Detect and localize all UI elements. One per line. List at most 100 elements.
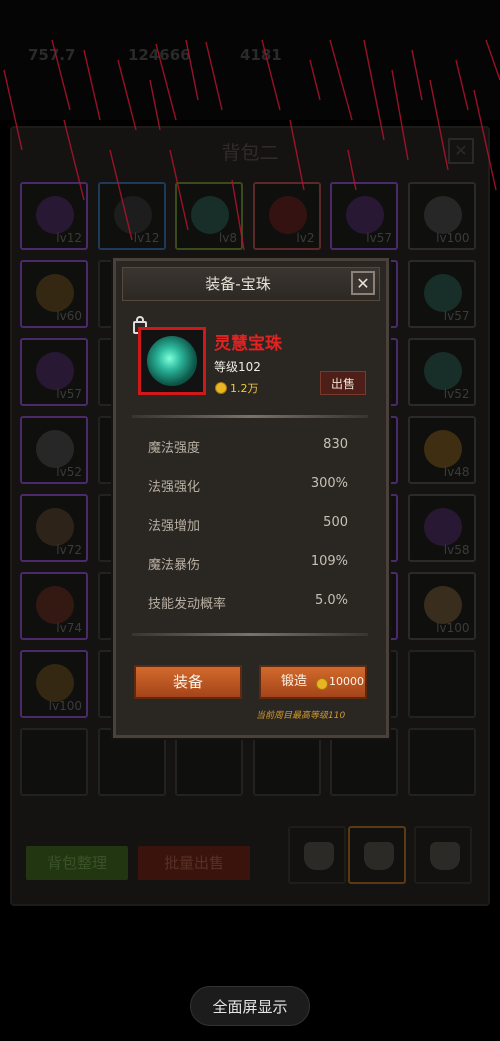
bag-slot[interactable]: lv57 bbox=[20, 338, 88, 406]
item-icon bbox=[36, 196, 74, 234]
forge-cost: 10000 bbox=[329, 675, 364, 688]
stat-name: 魔法暴伤 bbox=[148, 558, 201, 573]
slot-level: lv60 bbox=[56, 309, 82, 323]
stat-name: 技能发动概率 bbox=[148, 597, 227, 612]
item-icon bbox=[423, 508, 462, 546]
stat-name: 法强增加 bbox=[148, 519, 201, 534]
bag-slot[interactable]: lv57 bbox=[407, 260, 476, 328]
slot-level: lv57 bbox=[56, 387, 82, 401]
slot-level: lv12 bbox=[133, 231, 160, 245]
bag-slot[interactable] bbox=[407, 728, 476, 796]
bag-slot[interactable] bbox=[20, 728, 88, 796]
stat-value: 500 bbox=[323, 515, 348, 530]
slot-level: lv12 bbox=[56, 231, 82, 245]
backpack-icon bbox=[430, 842, 460, 870]
slot-level: lv100 bbox=[48, 699, 82, 713]
bag-slot[interactable]: lv60 bbox=[20, 260, 88, 328]
bag-slot[interactable] bbox=[252, 728, 321, 796]
bag-slot[interactable] bbox=[407, 650, 476, 718]
bag-slot[interactable]: lv52 bbox=[20, 416, 88, 484]
resource-bar: 757.7 124666 4181 bbox=[0, 0, 500, 120]
item-icon bbox=[36, 664, 74, 702]
bag-slot[interactable]: lv72 bbox=[20, 494, 88, 562]
slot-level: lv72 bbox=[56, 543, 82, 557]
coin-icon bbox=[215, 382, 227, 394]
stat-row: 魔法强度 830 bbox=[148, 437, 348, 456]
modal-header: 装备-宝珠 ✕ bbox=[122, 267, 380, 301]
bag-slot[interactable] bbox=[97, 728, 166, 796]
bag-slot[interactable]: lv74 bbox=[20, 572, 88, 640]
bag-close-button[interactable]: ✕ bbox=[448, 138, 474, 164]
bag-tab-2[interactable] bbox=[348, 826, 406, 884]
slot-level: lv52 bbox=[56, 465, 82, 479]
slot-level: lv2 bbox=[296, 231, 315, 245]
item-icon bbox=[423, 586, 462, 624]
slot-level: lv48 bbox=[443, 465, 470, 479]
stat-row: 法强增加 500 bbox=[148, 515, 348, 534]
stat-row: 魔法暴伤 109% bbox=[148, 554, 348, 573]
equipment-modal: 装备-宝珠 ✕ 灵慧宝珠 等级102 1.2万 出售 魔法强度 830 法强强化 30… bbox=[113, 258, 389, 738]
bag-slot[interactable]: lv57 bbox=[330, 182, 398, 250]
slot-level: lv100 bbox=[436, 621, 470, 635]
bag-title: 背包二 bbox=[221, 142, 279, 164]
item-icon bbox=[36, 274, 74, 312]
bag-slot[interactable] bbox=[175, 728, 243, 796]
stat-value: 5.0% bbox=[314, 593, 348, 608]
backpack-icon bbox=[364, 842, 394, 870]
slot-level: lv100 bbox=[436, 231, 470, 245]
modal-title: 装备-宝珠 bbox=[205, 275, 271, 293]
item-icon bbox=[346, 196, 384, 234]
bag-slot[interactable]: lv12 bbox=[20, 182, 88, 250]
stat-name: 法强强化 bbox=[148, 480, 201, 495]
bag-slot[interactable]: lv100 bbox=[20, 650, 88, 718]
bag-slot[interactable]: lv8 bbox=[175, 182, 243, 250]
item-icon bbox=[36, 430, 74, 468]
coin-icon bbox=[316, 678, 328, 690]
stat-row: 技能发动概率 5.0% bbox=[148, 593, 348, 612]
bag-slot[interactable]: lv12 bbox=[97, 182, 166, 250]
item-icon bbox=[423, 196, 462, 234]
item-icon bbox=[36, 508, 74, 546]
item-name: 灵慧宝珠 bbox=[214, 334, 282, 354]
bag-slot[interactable]: lv2 bbox=[252, 182, 321, 250]
equip-button[interactable]: 装备 bbox=[134, 665, 242, 699]
backpack-icon bbox=[304, 842, 334, 870]
bag-tab-3[interactable] bbox=[414, 826, 472, 884]
item-icon bbox=[113, 196, 152, 234]
bulk-sell-button[interactable]: 批量出售 bbox=[138, 846, 250, 880]
stat-row: 法强强化 300% bbox=[148, 476, 348, 495]
stat-value: 830 bbox=[323, 437, 348, 452]
stat-value: 300% bbox=[310, 476, 348, 491]
item-icon bbox=[268, 196, 307, 234]
bag-tab-1[interactable] bbox=[288, 826, 346, 884]
divider-top bbox=[132, 415, 368, 418]
bag-slot[interactable] bbox=[330, 728, 398, 796]
bag-slot[interactable]: lv58 bbox=[407, 494, 476, 562]
slot-level: lv57 bbox=[443, 309, 470, 323]
orb-icon bbox=[147, 336, 197, 386]
sell-button[interactable]: 出售 bbox=[320, 371, 366, 395]
bag-slot[interactable]: lv52 bbox=[407, 338, 476, 406]
slot-level: lv58 bbox=[443, 543, 470, 557]
item-icon bbox=[423, 274, 462, 312]
bag-slot[interactable]: lv100 bbox=[407, 572, 476, 640]
fullscreen-button[interactable]: 全面屏显示 bbox=[190, 986, 310, 1026]
slot-level: lv57 bbox=[366, 231, 392, 245]
item-icon bbox=[423, 430, 462, 468]
stat-value: 109% bbox=[310, 554, 348, 569]
resource-value-1: 757.7 bbox=[28, 46, 76, 64]
forge-label: 锻造 bbox=[281, 674, 308, 689]
slot-level: lv52 bbox=[443, 387, 470, 401]
slot-level: lv74 bbox=[56, 621, 82, 635]
forge-max-level-note: 当前周目最高等级110 bbox=[256, 711, 346, 721]
bag-slot[interactable]: lv48 bbox=[407, 416, 476, 484]
sort-bag-button[interactable]: 背包整理 bbox=[26, 846, 128, 880]
modal-close-button[interactable]: ✕ bbox=[351, 271, 375, 295]
resource-value-2: 124666 bbox=[128, 46, 191, 64]
item-icon bbox=[191, 196, 229, 234]
forge-button[interactable]: 锻造 10000 bbox=[259, 665, 367, 699]
item-icon bbox=[36, 586, 74, 624]
bag-slot[interactable]: lv100 bbox=[407, 182, 476, 250]
resource-value-3: 4181 bbox=[240, 46, 282, 64]
slot-level: lv8 bbox=[218, 231, 237, 245]
